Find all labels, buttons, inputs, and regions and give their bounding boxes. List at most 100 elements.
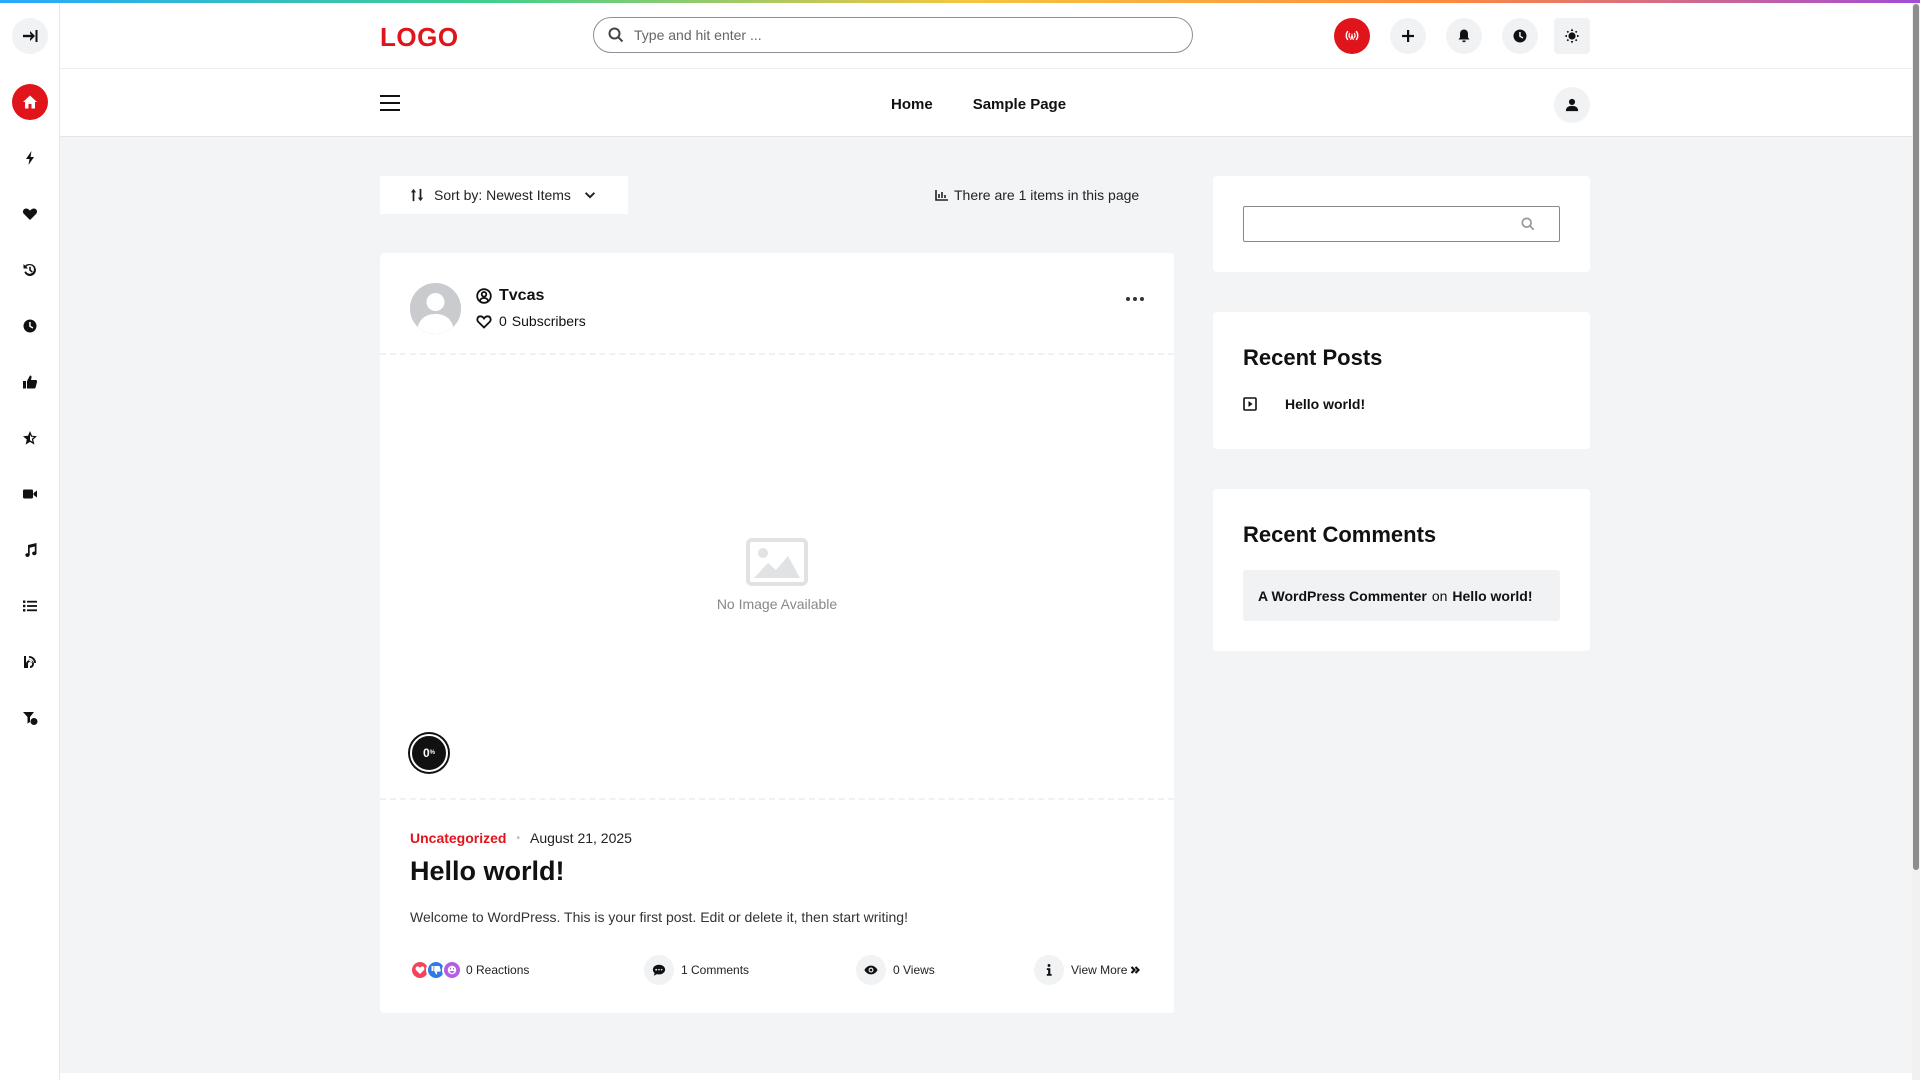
author-avatar[interactable] xyxy=(410,283,461,334)
sidebar-search-widget xyxy=(1213,176,1590,272)
view-more-button[interactable]: View More xyxy=(1034,954,1141,986)
rating-percentage-badge: 0% xyxy=(410,734,448,772)
rail-blog-button[interactable] xyxy=(12,644,48,680)
info-icon-circle xyxy=(1034,955,1064,985)
rail-videos-button[interactable] xyxy=(12,476,48,512)
list-icon xyxy=(23,600,37,612)
rail-filter-button[interactable] xyxy=(12,700,48,736)
top-gradient-bar xyxy=(0,0,1920,3)
eye-icon xyxy=(864,965,878,975)
user-account-button[interactable] xyxy=(1554,87,1590,123)
site-header: LOGO Home Sample Page xyxy=(60,3,1912,137)
theme-toggle-button[interactable] xyxy=(1554,18,1590,54)
scrollbar-thumb[interactable] xyxy=(1913,4,1919,870)
rail-home-button[interactable] xyxy=(12,84,48,120)
header-nav-bar: Home Sample Page xyxy=(60,69,1912,137)
recent-post-item[interactable]: Hello world! xyxy=(1243,396,1365,412)
rail-rated-button[interactable] xyxy=(12,420,48,456)
post-category[interactable]: Uncategorized xyxy=(410,830,506,846)
bar-chart-icon xyxy=(935,190,948,201)
search-icon[interactable] xyxy=(1521,217,1535,231)
avatar-placeholder-icon xyxy=(410,283,461,334)
author-name-label: Tvcas xyxy=(499,287,545,304)
reactions-label: 0 Reactions xyxy=(466,963,530,977)
recent-post-title[interactable]: Hello world! xyxy=(1285,396,1365,412)
sidebar-toggle-button[interactable] xyxy=(12,18,48,54)
post-card: Tvcas 0 Subscribers No Image Available 0… xyxy=(380,253,1174,1013)
post-footer: 0 Reactions 1 Comments 0 Views View More xyxy=(410,954,1144,986)
views-label: 0 Views xyxy=(893,963,935,977)
sort-dropdown[interactable]: Sort by: Newest Items xyxy=(380,176,628,214)
subscriber-count-value: 0 xyxy=(499,313,507,329)
blog-icon xyxy=(24,656,36,668)
heart-outline-icon xyxy=(476,314,492,329)
comment-icon-circle xyxy=(644,955,674,985)
reaction-icons xyxy=(410,960,462,980)
more-options-icon[interactable] xyxy=(1126,297,1144,301)
eye-icon-circle xyxy=(856,955,886,985)
header-top-bar: LOGO xyxy=(60,3,1912,69)
music-icon xyxy=(25,543,37,557)
header-search-box[interactable] xyxy=(593,17,1193,53)
rail-music-button[interactable] xyxy=(12,532,48,568)
comments-label: 1 Comments xyxy=(681,963,750,977)
sidebar-search-input[interactable] xyxy=(1243,206,1560,242)
search-icon xyxy=(608,27,624,43)
live-button[interactable] xyxy=(1334,18,1370,54)
items-count-label: There are 1 items in this page xyxy=(954,187,1140,203)
post-excerpt: Welcome to WordPress. This is your first… xyxy=(410,909,908,925)
comments-button[interactable]: 1 Comments xyxy=(644,954,749,986)
rating-percentage-sign: % xyxy=(429,750,436,756)
sort-label: Sort by: Newest Items xyxy=(434,187,571,203)
post-title[interactable]: Hello world! xyxy=(410,856,565,887)
comment-post-link[interactable]: Hello world! xyxy=(1452,588,1532,604)
no-image-placeholder: No Image Available xyxy=(380,538,1174,612)
rail-watch-later-button[interactable] xyxy=(12,308,48,344)
view-more-link[interactable]: View More xyxy=(1071,963,1141,977)
notifications-button[interactable] xyxy=(1446,18,1482,54)
subscriber-count-label: Subscribers xyxy=(511,313,586,329)
recent-comments-widget: Recent Comments A WordPress Commenter on… xyxy=(1213,489,1590,651)
recent-posts-widget: Recent Posts Hello world! xyxy=(1213,312,1590,449)
recent-posts-title: Recent Posts xyxy=(1243,345,1383,370)
views-counter: 0 Views xyxy=(856,954,935,986)
hamburger-menu-icon[interactable] xyxy=(380,95,400,111)
comment-author-link[interactable]: A WordPress Commenter xyxy=(1258,588,1427,604)
divider xyxy=(380,798,1174,800)
rail-favorites-button[interactable] xyxy=(12,196,48,232)
clock-icon xyxy=(1513,29,1527,43)
watch-later-button[interactable] xyxy=(1502,18,1538,54)
nav-sample-page[interactable]: Sample Page xyxy=(973,96,1066,113)
site-logo[interactable]: LOGO xyxy=(380,22,459,53)
comment-on-text: on xyxy=(1431,587,1448,604)
meta-separator: • xyxy=(516,832,520,844)
home-icon xyxy=(23,95,37,109)
rail-trending-button[interactable] xyxy=(12,140,48,176)
comment-icon xyxy=(652,964,666,976)
no-image-label: No Image Available xyxy=(716,596,838,612)
rail-history-button[interactable] xyxy=(12,252,48,288)
star-icon xyxy=(23,431,37,445)
rail-playlists-button[interactable] xyxy=(12,588,48,624)
view-more-label: View More xyxy=(1071,963,1128,977)
header-search-input[interactable] xyxy=(634,27,1174,43)
double-chevron-right-icon xyxy=(1131,966,1141,974)
sun-icon xyxy=(1564,28,1580,44)
left-sidebar-rail xyxy=(0,0,60,1080)
thumbs-up-icon xyxy=(23,375,38,389)
user-circle-icon xyxy=(476,288,492,304)
plus-icon xyxy=(1402,30,1414,42)
reactions-button[interactable]: 0 Reactions xyxy=(410,954,529,986)
add-content-button[interactable] xyxy=(1390,18,1426,54)
history-icon xyxy=(23,263,36,276)
recent-comment-item: A WordPress Commenter on Hello world! xyxy=(1243,570,1560,621)
sort-icon xyxy=(410,188,424,202)
subscriber-count[interactable]: 0 Subscribers xyxy=(476,313,586,329)
bell-icon xyxy=(1458,29,1470,43)
sidebar-toggle-icon xyxy=(23,30,38,42)
rating-percentage-value: 0 xyxy=(422,746,430,760)
nav-home[interactable]: Home xyxy=(891,96,933,113)
author-name[interactable]: Tvcas xyxy=(476,287,544,305)
rail-liked-button[interactable] xyxy=(12,364,48,400)
page-scrollbar[interactable] xyxy=(1912,0,1920,1080)
